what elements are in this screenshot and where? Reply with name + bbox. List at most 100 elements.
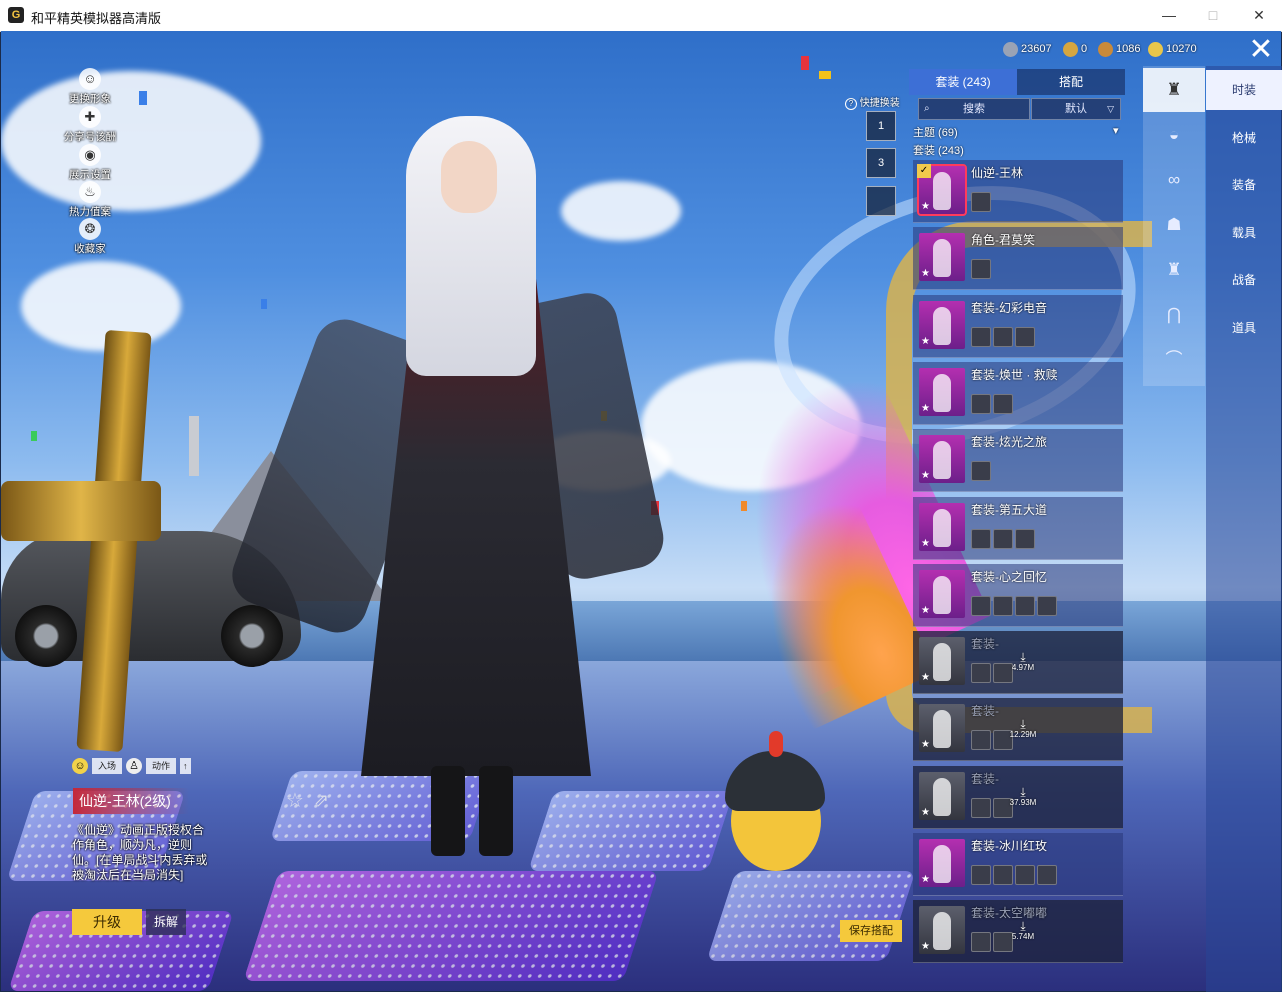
download-button[interactable]: ⤓ 12.29M (1005, 718, 1041, 739)
emote-face-icon[interactable]: ☺ (72, 758, 88, 774)
star-icon: ★ (921, 201, 930, 212)
chick-pet[interactable] (721, 731, 831, 881)
maximize-button[interactable]: □ (1190, 0, 1236, 31)
quick-change-label[interactable]: ? 快捷换装 (845, 94, 900, 110)
gold-token-amount: 0 (1081, 43, 1088, 55)
outfit-row[interactable]: ★ 套装-太空嘟嘟 ⤓ 5.74M (913, 900, 1123, 963)
outfit-piece-icon[interactable] (971, 327, 991, 347)
outfit-piece-icon[interactable] (993, 327, 1013, 347)
save-combo-button[interactable]: 保存搭配 (840, 920, 902, 942)
currency-bronze[interactable]: 1086 (1098, 41, 1140, 57)
expand-up-icon[interactable]: ↑ (180, 758, 191, 774)
download-icon: ⤓ (1020, 919, 1026, 933)
outfit-piece-icon[interactable] (993, 529, 1013, 549)
outfit-piece-icon[interactable] (1015, 865, 1035, 885)
outfit-row[interactable]: ★ 套装- ⤓ 4.97M (913, 631, 1123, 694)
outfit-piece-icon[interactable] (993, 865, 1013, 885)
outfit-piece-icon[interactable] (1037, 596, 1057, 616)
mask-icon[interactable]: ☗ (1143, 203, 1205, 247)
outfit-piece-icon[interactable] (971, 394, 991, 414)
outfit-piece-icon[interactable] (971, 798, 991, 818)
quick-slot-2[interactable]: 3 (866, 148, 896, 178)
outfit-row[interactable]: ★ 套装-冰川红玫 (913, 833, 1123, 896)
outfit-row[interactable]: ★ 套装-焕世 · 救赎 (913, 362, 1123, 425)
category-tab[interactable]: 道具 (1206, 308, 1282, 348)
upgrade-button[interactable]: 升级 (72, 909, 142, 935)
sort-dropdown[interactable]: 默认 ▽ (1031, 98, 1121, 120)
game-close-button[interactable]: ✕ (1244, 35, 1278, 66)
pants-icon[interactable]: ⋂ (1143, 293, 1205, 337)
outfit-piece-icon[interactable] (971, 596, 991, 616)
star-icon: ★ (921, 672, 930, 683)
outfit-piece-icon[interactable] (971, 663, 991, 683)
outfit-title: 套装- (971, 772, 999, 786)
download-button[interactable]: ⤓ 4.97M (1005, 651, 1041, 672)
shoes-icon[interactable]: ⌒ (1143, 338, 1205, 382)
outfit-piece-icon[interactable] (971, 865, 991, 885)
outfit-row[interactable]: ★ 角色-君莫笑 (913, 227, 1123, 290)
outfit-piece-icon[interactable] (971, 259, 991, 279)
favorite-star-icon[interactable]: ☆ (286, 788, 304, 813)
category-tab[interactable]: 战备 (1206, 260, 1282, 300)
collector-label: 收藏家 (74, 243, 106, 255)
chick-plume (769, 731, 783, 757)
chevron-down-icon[interactable]: ▾ (1113, 124, 1119, 137)
share-icon[interactable]: ⇗ (314, 790, 329, 811)
bronze-coin-icon (1098, 41, 1113, 57)
outfit-row[interactable]: ★ 套装-第五大道 (913, 497, 1123, 560)
outfit-piece-icon[interactable] (971, 730, 991, 750)
outfit-icon[interactable]: ♜ (1143, 68, 1205, 112)
share-button[interactable]: ✚ 分享号该酬 (60, 106, 120, 144)
category-tab[interactable]: 载具 (1206, 213, 1282, 253)
hat-icon[interactable]: ◒ (1143, 113, 1205, 157)
outfit-row[interactable]: ★ ✓ 仙逆-王林 (913, 160, 1123, 223)
top-icon[interactable]: ♜ (1143, 248, 1205, 292)
outfit-row[interactable]: ★ 套装- ⤓ 12.29M (913, 698, 1123, 761)
outfit-row[interactable]: ★ 套装-心之回忆 (913, 564, 1123, 627)
chevron-down-icon: ▽ (1107, 104, 1114, 114)
tab-suits[interactable]: 套装 (243) (909, 69, 1017, 95)
glasses-icon[interactable]: ∞ (1143, 158, 1205, 202)
heat-value-label: 热力值案 (69, 206, 111, 218)
search-input[interactable]: ⌕ 搜索 (918, 98, 1030, 120)
heat-value-button[interactable]: ♨ 热力值案 (60, 181, 120, 219)
quick-slot-1[interactable]: 1 (866, 111, 896, 141)
outfit-thumbnail: ★ ✓ (917, 164, 967, 216)
outfit-piece-icon[interactable] (1015, 596, 1035, 616)
currency-gold-token[interactable]: 0 (1063, 41, 1087, 57)
currency-silver[interactable]: 23607 (1003, 41, 1052, 57)
outfit-piece-icon[interactable] (993, 394, 1013, 414)
download-size: 5.74M (1011, 932, 1035, 941)
outfit-row[interactable]: ★ 套装-幻彩电音 (913, 295, 1123, 358)
window-close-button[interactable]: ✕ (1236, 0, 1282, 31)
outfit-piece-icon[interactable] (971, 192, 991, 212)
download-button[interactable]: ⤓ 5.74M (1005, 920, 1041, 941)
outfit-row[interactable]: ★ 套装-炫光之旅 (913, 429, 1123, 492)
silver-amount: 23607 (1021, 43, 1052, 55)
display-settings-button[interactable]: ◉ 展示设置 (60, 144, 120, 182)
collector-button[interactable]: ❂ 收藏家 (60, 218, 120, 256)
category-tab[interactable]: 装备 (1206, 165, 1282, 205)
minimize-button[interactable]: — (1146, 0, 1192, 31)
download-button[interactable]: ⤓ 37.93M (1005, 786, 1041, 807)
action-emote-button[interactable]: 动作 (146, 758, 177, 774)
change-appearance-button[interactable]: ☺ 更换形象 (60, 68, 120, 106)
outfit-title: 套装-炫光之旅 (971, 435, 1047, 449)
tab-combos[interactable]: 搭配 (1017, 69, 1125, 95)
intro-emote-button[interactable]: 入场 (92, 758, 123, 774)
currency-coupon[interactable]: 10270 (1148, 41, 1197, 57)
category-tab[interactable]: 枪械 (1206, 118, 1282, 158)
outfit-row[interactable]: ★ 套装- ⤓ 37.93M (913, 766, 1123, 829)
player-character[interactable] (223, 116, 669, 856)
category-tab[interactable]: 时装 (1206, 70, 1282, 110)
outfit-piece-icon[interactable] (971, 932, 991, 952)
outfit-piece-icon[interactable] (1015, 327, 1035, 347)
outfit-piece-icon[interactable] (971, 461, 991, 481)
theme-group-label[interactable]: 主题 (69) (913, 124, 958, 140)
outfit-piece-icon[interactable] (971, 529, 991, 549)
outfit-piece-icon[interactable] (1037, 865, 1057, 885)
dismantle-button[interactable]: 拆解 (146, 909, 186, 935)
quick-slot-3[interactable] (866, 186, 896, 216)
outfit-piece-icon[interactable] (1015, 529, 1035, 549)
outfit-piece-icon[interactable] (993, 596, 1013, 616)
